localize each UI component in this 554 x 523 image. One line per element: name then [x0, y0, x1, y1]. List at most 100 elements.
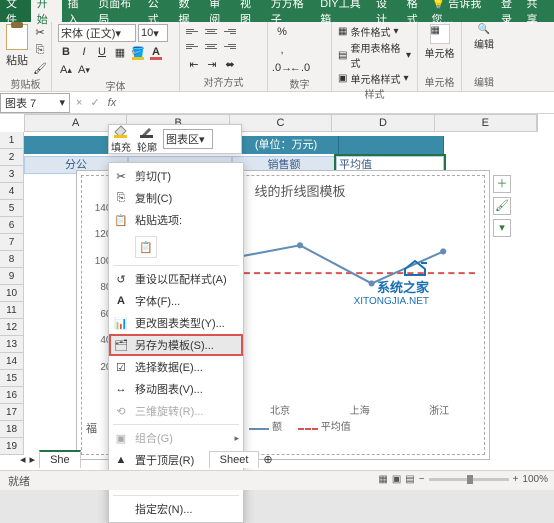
paste-option-1[interactable]: 📋 — [135, 236, 157, 258]
tab-home[interactable]: 开始 — [31, 0, 62, 22]
underline-button[interactable]: U — [94, 44, 110, 60]
watermark: 系统之家 XITONGJIA.NET — [354, 257, 429, 307]
column-headers[interactable]: ABCDE — [24, 114, 538, 132]
increase-font-button[interactable]: A▴ — [58, 62, 74, 78]
tab-data[interactable]: 数据 — [173, 0, 204, 22]
format-painter-button[interactable]: 🖌 — [32, 60, 48, 76]
italic-button[interactable]: I — [76, 44, 92, 60]
chart-area-select[interactable]: 图表区 ▾ — [163, 129, 213, 149]
reset-icon: ↺ — [114, 272, 128, 286]
menu-3d-rotation: ⟲三维旋转(R)... — [109, 400, 243, 422]
chart-elements-button[interactable]: ＋ — [493, 175, 511, 193]
status-ready: 就绪 — [8, 473, 30, 489]
increase-decimal-button[interactable]: .0→ — [274, 60, 290, 76]
sheet-tab-1[interactable]: She — [39, 450, 81, 468]
cancel-icon[interactable]: × — [76, 97, 82, 109]
view-page-icon[interactable]: ▣ — [392, 474, 401, 485]
sheet-tab-2[interactable]: Sheet — [209, 451, 260, 468]
pen-icon — [139, 124, 155, 138]
menu-copy[interactable]: ⎘复制(C) — [109, 187, 243, 209]
group-icon: ▣ — [114, 431, 128, 445]
menu-group: ▣组合(G)▸ — [109, 427, 243, 449]
fill-button[interactable]: 填充 — [111, 124, 131, 154]
bold-button[interactable]: B — [58, 44, 74, 60]
menu-font[interactable]: A字体(F)... — [109, 290, 243, 312]
name-box[interactable]: 图表 7▾ — [0, 93, 70, 113]
clipboard-icon — [6, 24, 28, 50]
editing-group-label: 编辑 — [468, 74, 500, 89]
legend-solid-line-icon — [249, 428, 269, 430]
view-break-icon[interactable]: ▤ — [405, 474, 414, 485]
worksheet[interactable]: ABCDE 12345678910111213141516171819 (单位：… — [0, 114, 554, 470]
view-normal-icon[interactable]: ▦ — [378, 474, 387, 485]
tab-ffgz[interactable]: 方方格子 — [265, 0, 315, 22]
tab-insert[interactable]: 插入 — [62, 0, 93, 22]
font-name-select[interactable]: 宋体 (正文) ▾ — [58, 24, 136, 42]
cell-icon: ▣ — [338, 73, 347, 84]
font-size-select[interactable]: 10 ▾ — [138, 24, 168, 42]
conditional-format-button[interactable]: ▦条件格式 ▾ — [338, 24, 398, 39]
status-bar: 就绪 ▦ ▣ ▤ − + 100% — [0, 470, 554, 490]
move-icon: ↔ — [114, 382, 128, 396]
menu-save-as-template[interactable]: 🗂另存为模板(S)... — [109, 334, 243, 356]
share-button[interactable]: 共享 — [527, 0, 546, 27]
menu-reset-style[interactable]: ↺重设以匹配样式(A) — [109, 268, 243, 290]
cells-insert-icon[interactable]: ▦ — [430, 24, 450, 44]
cell-styles-button[interactable]: ▣单元格样式 ▾ — [338, 71, 408, 86]
chart-filters-button[interactable]: ▾ — [493, 219, 511, 237]
tab-review[interactable]: 审阅 — [203, 0, 234, 22]
fill-color-button[interactable]: 🪣 — [130, 44, 146, 60]
formula-bar: 图表 7▾ × ✓ fx — [0, 92, 554, 114]
zoom-level[interactable]: 100% — [522, 474, 548, 485]
menu-cut[interactable]: ✂剪切(T) — [109, 165, 243, 187]
font-color-button[interactable]: A — [148, 44, 164, 60]
clipboard-group-label: 剪贴板 — [6, 76, 45, 91]
tab-file[interactable]: 文件 — [0, 0, 31, 22]
zoom-slider[interactable] — [429, 478, 509, 481]
decrease-decimal-button[interactable]: ←.0 — [292, 60, 308, 76]
find-icon[interactable]: 🔍 — [478, 24, 490, 35]
format-as-table-button[interactable]: ▤套用表格格式 ▾ — [338, 40, 411, 70]
merge-button[interactable]: ⬌ — [222, 56, 238, 72]
sheet-tab-bar: ◂ ▸ She Sheet ⊕ — [20, 448, 273, 470]
increase-indent-button[interactable]: ⇥ — [204, 56, 220, 72]
paste-button[interactable]: 粘贴 — [6, 24, 28, 68]
zoom-out-button[interactable]: − — [419, 474, 425, 485]
cut-button[interactable]: ✂ — [32, 24, 48, 40]
rotate-3d-icon: ⟲ — [114, 404, 128, 418]
menu-move-chart[interactable]: ↔移动图表(V)... — [109, 378, 243, 400]
alignment-grid[interactable] — [186, 24, 236, 53]
menu-assign-macro[interactable]: 指定宏(N)... — [109, 498, 243, 520]
truncated-label: 福 — [86, 420, 97, 436]
outline-button[interactable]: 轮廓 — [137, 124, 157, 154]
tab-formulas[interactable]: 公式 — [142, 0, 173, 22]
fx-icon[interactable]: fx — [108, 97, 117, 109]
sheet-nav-prev[interactable]: ◂ — [20, 453, 26, 466]
decrease-indent-button[interactable]: ⇤ — [186, 56, 202, 72]
chart-styles-button[interactable]: 🖌 — [493, 197, 511, 215]
copy-button[interactable]: ⎘ — [32, 42, 48, 58]
paste-keep-source-icon: 📋 — [139, 241, 153, 254]
menu-change-chart-type[interactable]: 📊更改图表类型(Y)... — [109, 312, 243, 334]
zoom-in-button[interactable]: + — [513, 474, 519, 485]
new-sheet-button[interactable]: ⊕ — [263, 453, 272, 466]
save-template-icon: 🗂 — [114, 338, 128, 352]
confirm-icon[interactable]: ✓ — [90, 96, 99, 109]
font-icon: A — [114, 294, 128, 308]
decrease-font-button[interactable]: A▾ — [76, 62, 92, 78]
tab-format[interactable]: 格式 — [401, 0, 432, 22]
cells-group-label: 单元格 — [424, 74, 455, 89]
comma-button[interactable]: , — [274, 42, 290, 58]
percent-button[interactable]: % — [274, 24, 290, 40]
sheet-nav-next[interactable]: ▸ — [30, 453, 36, 466]
menu-select-data[interactable]: ☑选择数据(E)... — [109, 356, 243, 378]
select-data-icon: ☑ — [114, 360, 128, 374]
ribbon-tabs: 文件 开始 插入 页面布局 公式 数据 审阅 视图 方方格子 DIY工具箱 设计… — [0, 0, 431, 22]
ribbon: 粘贴 ✂ ⎘ 🖌 剪贴板 宋体 (正文) ▾ 10 ▾ B I U ▦ 🪣 A — [0, 22, 554, 92]
tab-view[interactable]: 视图 — [234, 0, 265, 22]
row-headers[interactable]: 12345678910111213141516171819 — [0, 132, 24, 455]
border-button[interactable]: ▦ — [112, 44, 128, 60]
tab-page-layout[interactable]: 页面布局 — [92, 0, 142, 22]
tab-design[interactable]: 设计 — [370, 0, 401, 22]
tab-diy[interactable]: DIY工具箱 — [314, 0, 370, 22]
